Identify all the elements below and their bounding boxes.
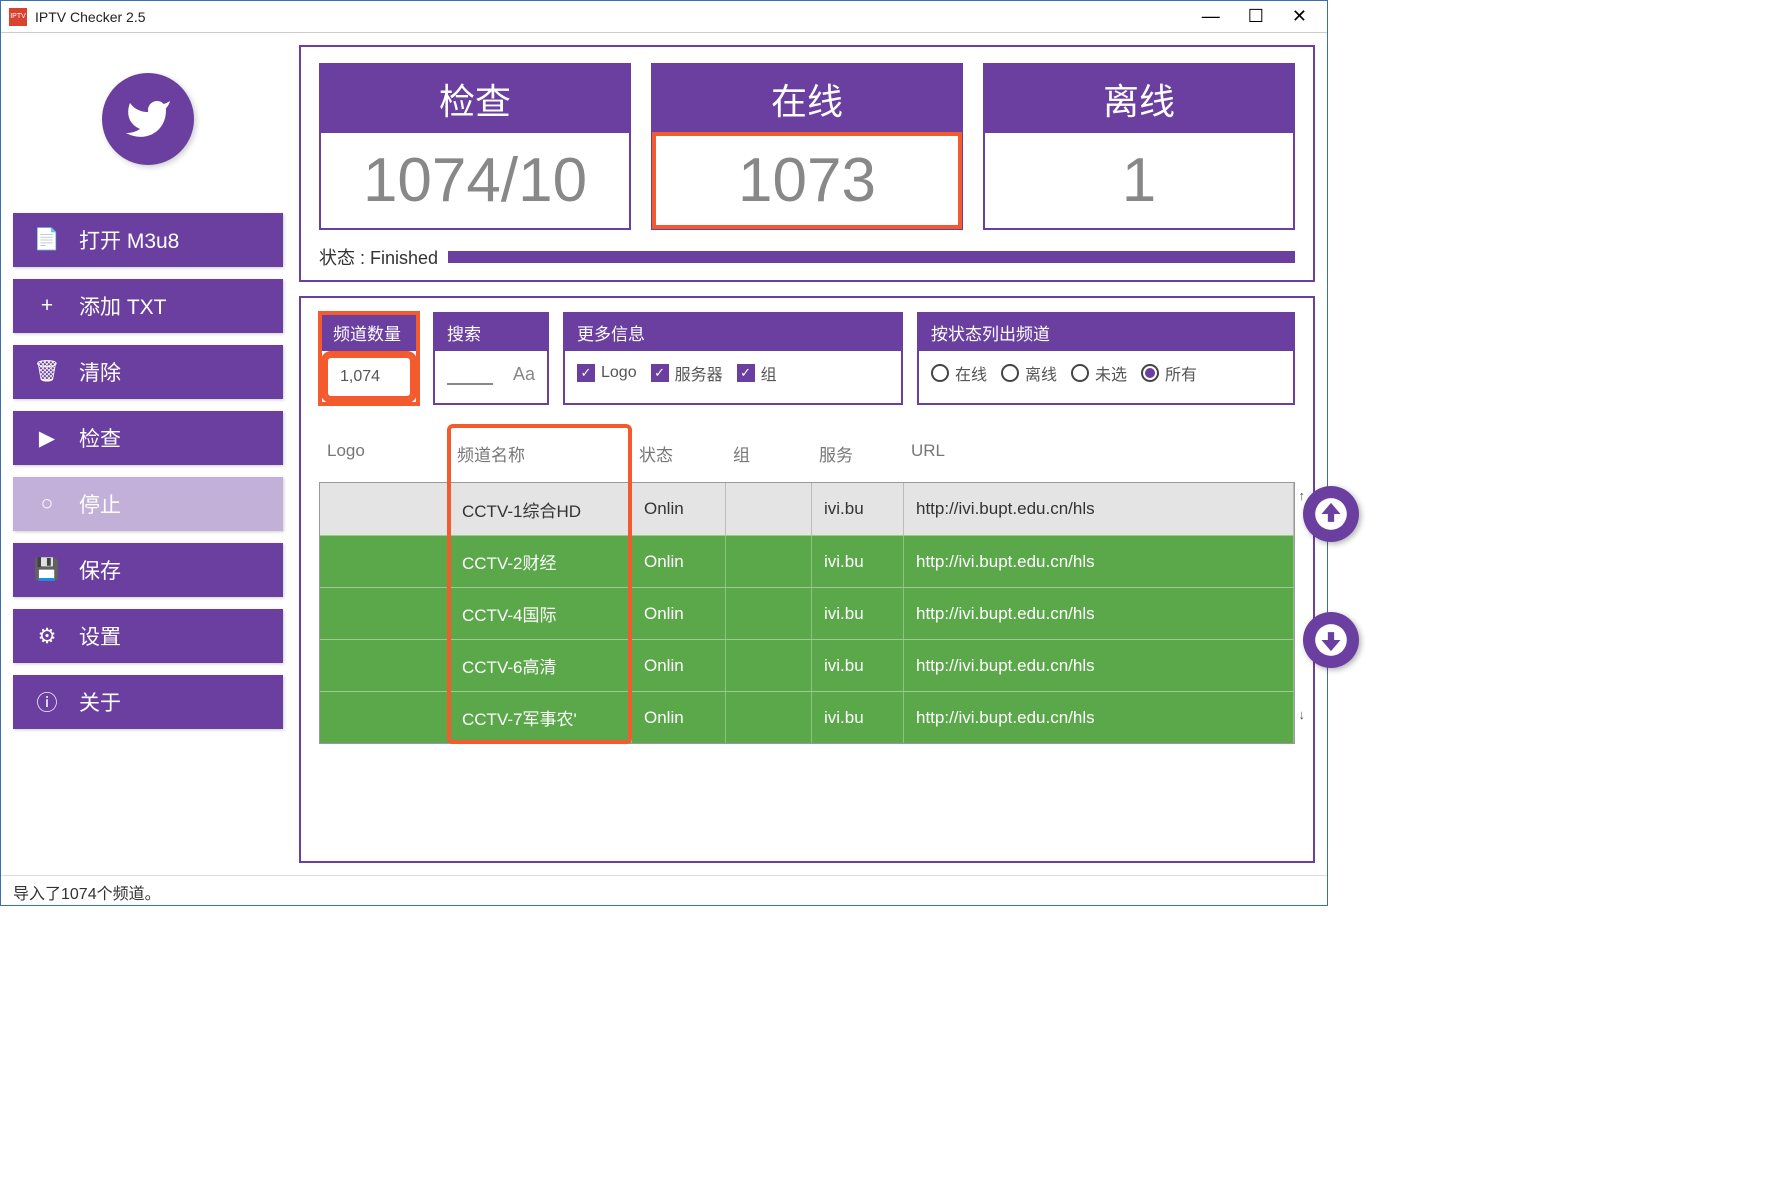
save-icon: 💾 (37, 558, 57, 582)
maximize-button[interactable]: ☐ (1248, 6, 1264, 27)
group-checkbox[interactable]: ✓组 (737, 361, 777, 385)
checked-card: 检查 1074/10 (319, 63, 631, 230)
settings-button[interactable]: ⚙ 设置 (13, 609, 283, 663)
server-checkbox[interactable]: ✓服务器 (651, 361, 723, 385)
scroll-down-icon[interactable]: ↓ (1299, 707, 1306, 722)
offline-card: 离线 1 (983, 63, 1295, 230)
table-row[interactable]: CCTV-2财经Onlinivi.buhttp://ivi.bupt.edu.c… (320, 535, 1294, 587)
titlebar: IPTV IPTV Checker 2.5 — ☐ ✕ (1, 1, 1327, 33)
table-row[interactable]: CCTV-7军事农'Onlinivi.buhttp://ivi.bupt.edu… (320, 691, 1294, 743)
aa-icon: Aa (513, 364, 535, 385)
scroll-up-button[interactable] (1303, 486, 1359, 542)
trash-icon: 🗑 (37, 360, 57, 384)
table-header: Logo 频道名称 状态 组 服务 URL (319, 425, 1295, 482)
th-url[interactable]: URL (911, 441, 1287, 466)
filters-panel: 频道数量 1,074 搜索 Aa 更多信息 ✓Logo ✓服务器 ✓组 (299, 296, 1315, 863)
progress-bar (448, 251, 1295, 263)
channel-table: Logo 频道名称 状态 组 服务 URL CCTV-1综合HDOnlinivi… (319, 425, 1295, 861)
add-txt-button[interactable]: + 添加 TXT (13, 279, 283, 333)
app-logo-icon: IPTV (9, 8, 27, 26)
th-logo[interactable]: Logo (327, 441, 457, 466)
save-button[interactable]: 💾 保存 (13, 543, 283, 597)
stats-panel: 检查 1074/10 在线 1073 离线 1 状态 : Finished (299, 45, 1315, 282)
list-by-state-box: 按状态列出频道 在线 离线 未选 所有 (917, 312, 1295, 405)
twitter-icon[interactable] (102, 73, 194, 165)
radio-unselected[interactable]: 未选 (1071, 361, 1127, 385)
th-name[interactable]: 频道名称 (457, 441, 639, 466)
online-card: 在线 1073 (651, 63, 963, 230)
plus-icon: + (37, 294, 57, 318)
table-row[interactable]: CCTV-6高清Onlinivi.buhttp://ivi.bupt.edu.c… (320, 639, 1294, 691)
logo-checkbox[interactable]: ✓Logo (577, 364, 637, 382)
sidebar: 📄 打开 M3u8 + 添加 TXT 🗑 清除 ▶ 检查 ○ 停止 💾 保存 ⚙… (13, 45, 283, 863)
scroll-down-button[interactable] (1303, 612, 1359, 668)
gear-icon: ⚙ (37, 624, 57, 649)
radio-offline[interactable]: 离线 (1001, 361, 1057, 385)
radio-online[interactable]: 在线 (931, 361, 987, 385)
clear-button[interactable]: 🗑 清除 (13, 345, 283, 399)
stop-icon: ○ (37, 492, 57, 516)
radio-all[interactable]: 所有 (1141, 361, 1197, 385)
channel-count-box: 频道数量 1,074 (319, 312, 419, 405)
more-info-box: 更多信息 ✓Logo ✓服务器 ✓组 (563, 312, 903, 405)
play-icon: ▶ (37, 426, 57, 451)
info-icon: ⓘ (37, 687, 57, 717)
search-box: 搜索 Aa (433, 312, 549, 405)
statusbar: 导入了1074个频道。 (1, 875, 1327, 905)
stop-button: ○ 停止 (13, 477, 283, 531)
window-title: IPTV Checker 2.5 (35, 9, 146, 25)
th-server[interactable]: 服务 (819, 441, 911, 466)
file-icon: 📄 (37, 228, 57, 252)
open-m3u8-button[interactable]: 📄 打开 M3u8 (13, 213, 283, 267)
search-input[interactable] (447, 383, 493, 385)
table-row[interactable]: CCTV-1综合HDOnlinivi.buhttp://ivi.bupt.edu… (320, 483, 1294, 535)
about-button[interactable]: ⓘ 关于 (13, 675, 283, 729)
table-row[interactable]: CCTV-4国际Onlinivi.buhttp://ivi.bupt.edu.c… (320, 587, 1294, 639)
check-button[interactable]: ▶ 检查 (13, 411, 283, 465)
th-status[interactable]: 状态 (639, 441, 733, 466)
status-text: 状态 : Finished (319, 244, 438, 270)
minimize-button[interactable]: — (1202, 6, 1220, 27)
close-button[interactable]: ✕ (1292, 6, 1307, 27)
th-group[interactable]: 组 (733, 441, 819, 466)
